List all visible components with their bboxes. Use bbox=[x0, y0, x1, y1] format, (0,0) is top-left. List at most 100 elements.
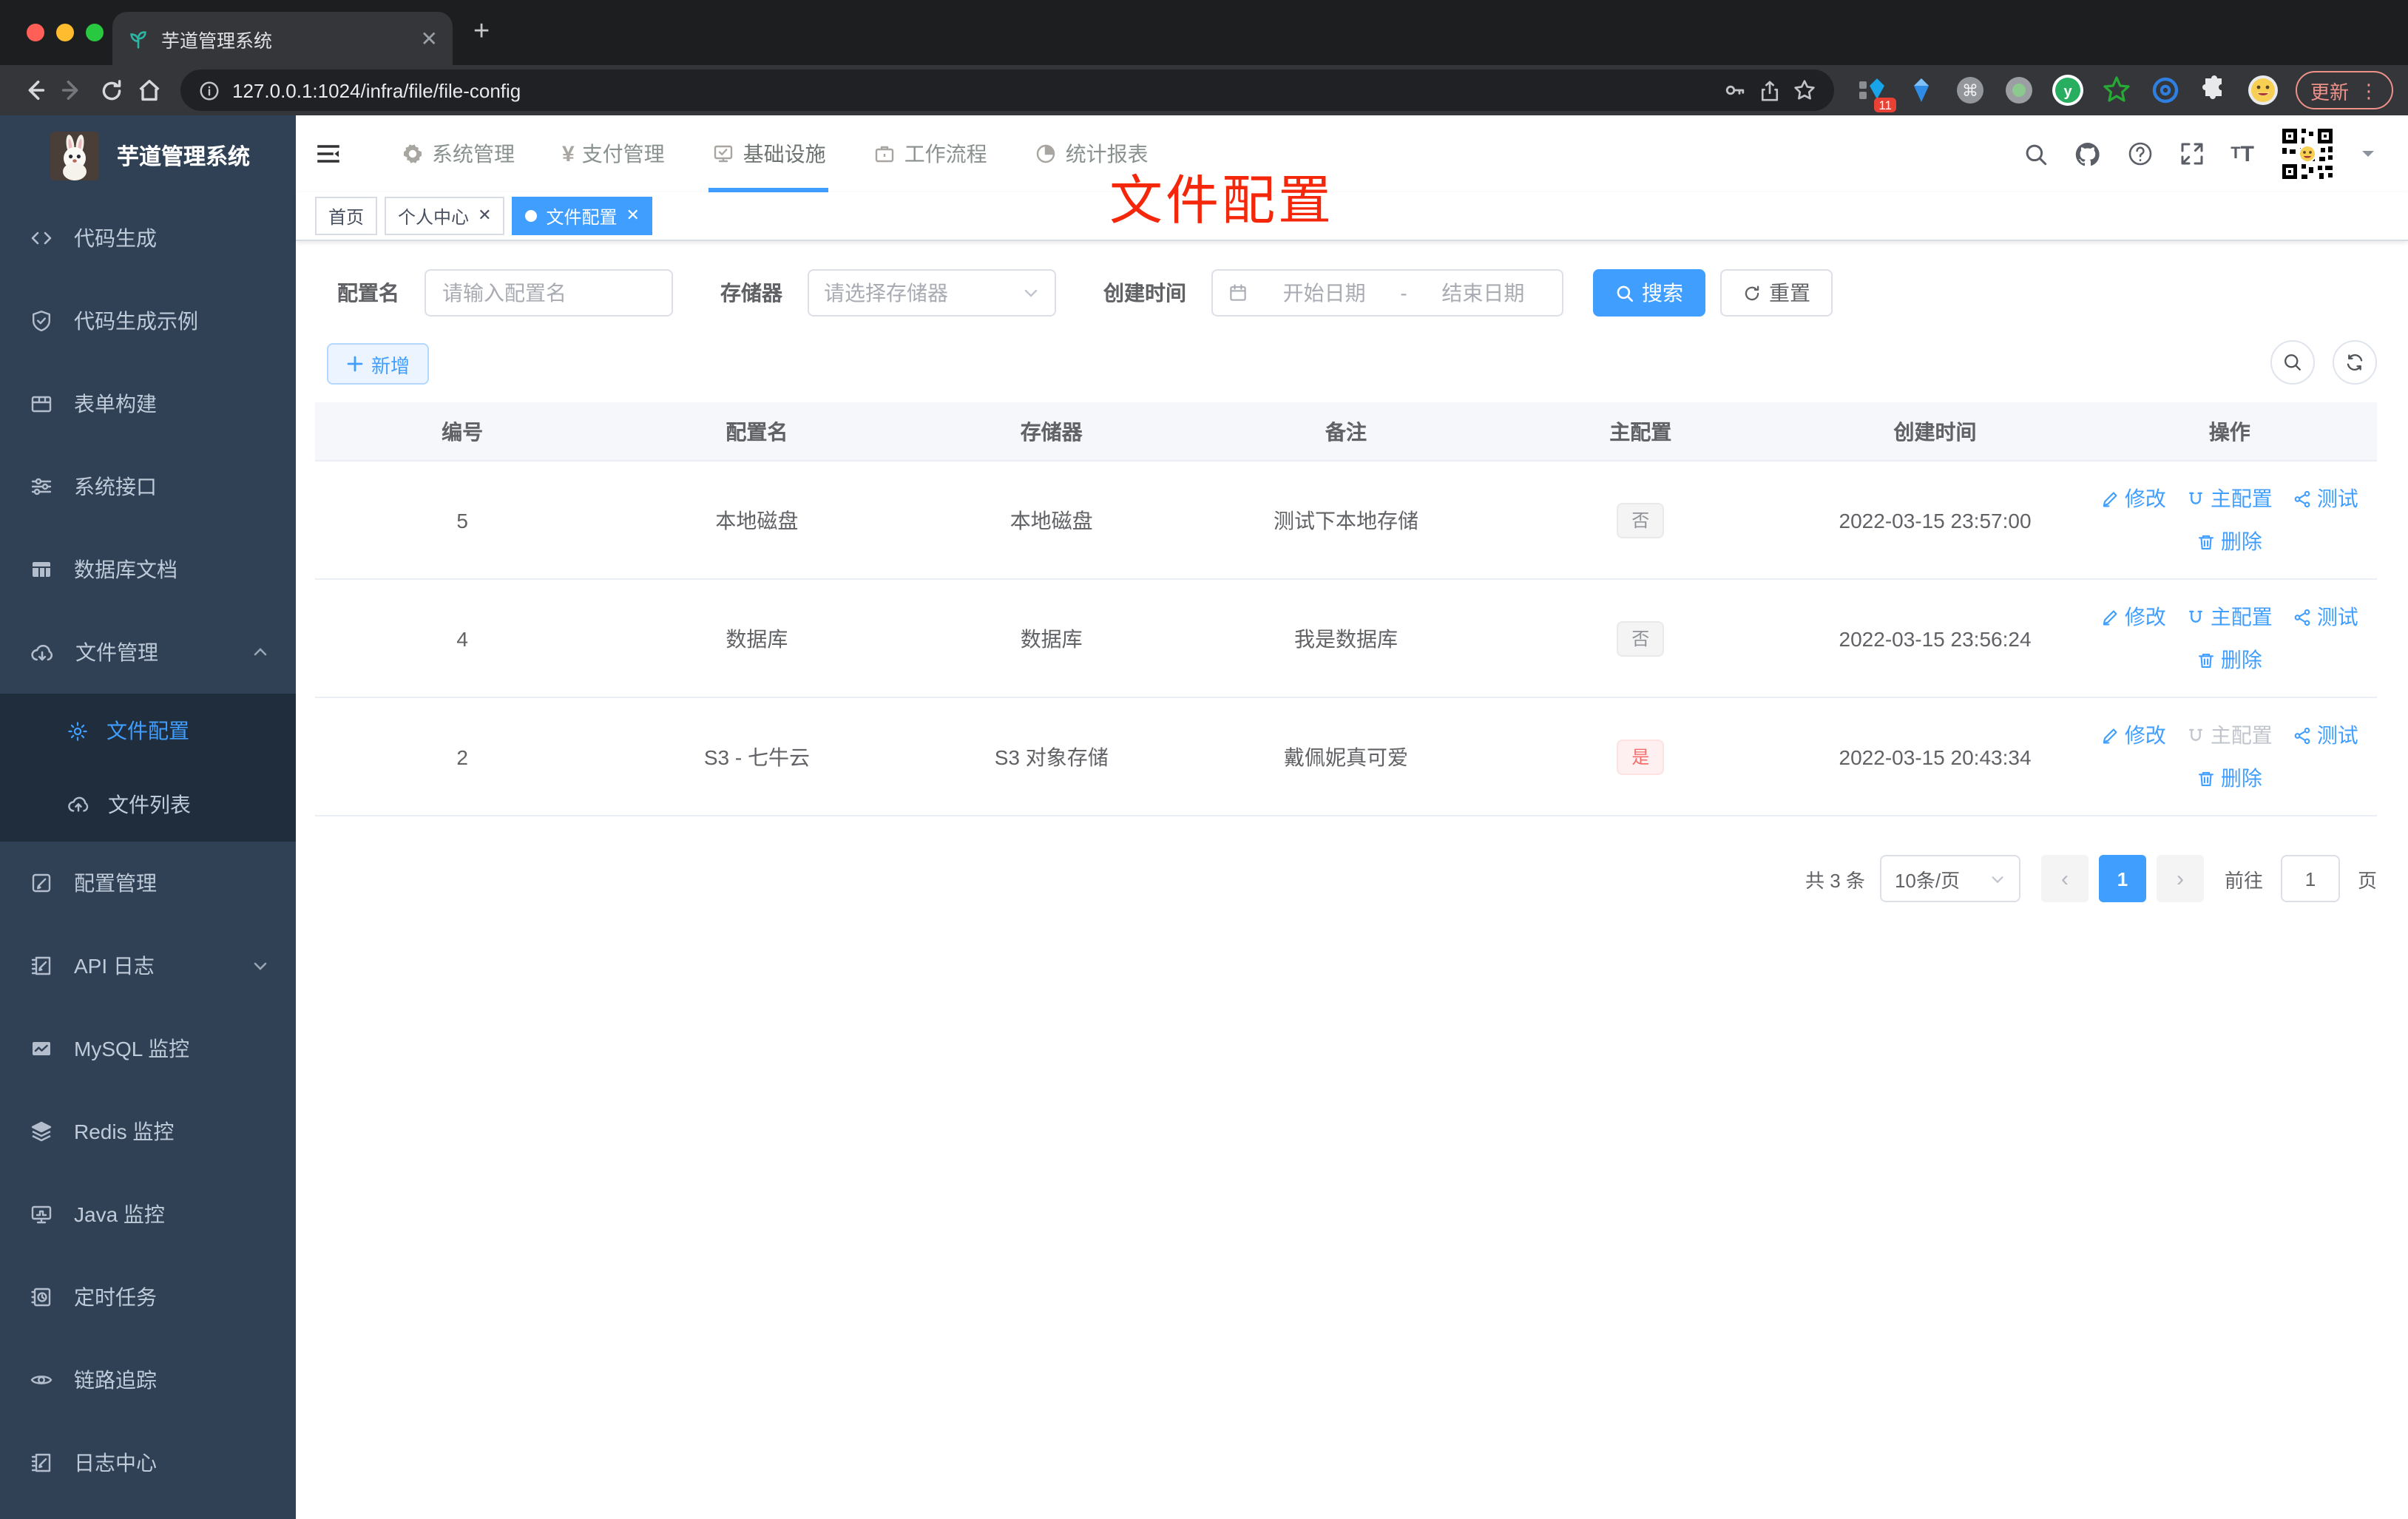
close-icon[interactable]: ✕ bbox=[478, 207, 491, 224]
extension-gem-icon[interactable] bbox=[1904, 72, 1939, 108]
sidebar-item-db-doc[interactable]: 数据库文档 bbox=[0, 528, 296, 611]
reset-button[interactable]: 重置 bbox=[1720, 269, 1833, 317]
tag-profile[interactable]: 个人中心 ✕ bbox=[385, 197, 505, 235]
sidebar-item-form-builder[interactable]: 表单构建 bbox=[0, 362, 296, 445]
help-icon[interactable] bbox=[2127, 141, 2154, 167]
test-link[interactable]: 测试 bbox=[2293, 602, 2358, 632]
sidebar-item-redis-monitor[interactable]: Redis 监控 bbox=[0, 1090, 296, 1173]
sidebar-item-mysql-monitor[interactable]: MySQL 监控 bbox=[0, 1007, 296, 1090]
home-icon[interactable] bbox=[130, 71, 169, 109]
tags-bar: 首页 个人中心 ✕ 文件配置 ✕ bbox=[296, 192, 2408, 241]
bookmark-star-icon[interactable] bbox=[1793, 78, 1816, 102]
main-area: 文件配置 系统管理 ¥ 支付管理 基础设施 工作流程 统计报表 T T 首页 个… bbox=[296, 115, 2408, 1519]
delete-link[interactable]: 删除 bbox=[2197, 645, 2262, 674]
extension-dot-icon[interactable] bbox=[2001, 72, 2037, 108]
sidebar-item-system-api[interactable]: 系统接口 bbox=[0, 445, 296, 528]
avatar-caret-down-icon[interactable] bbox=[2361, 146, 2375, 161]
search-icon[interactable] bbox=[2023, 141, 2049, 166]
create-time-range-picker[interactable]: 开始日期 - 结束日期 bbox=[1211, 269, 1563, 317]
sidebar-item-scheduled-tasks[interactable]: 定时任务 bbox=[0, 1256, 296, 1339]
sidebar-item-code-gen[interactable]: 代码生成 bbox=[0, 197, 296, 280]
sidebar-item-file-list[interactable]: 文件列表 bbox=[0, 768, 296, 842]
site-info-icon[interactable] bbox=[198, 79, 220, 101]
topnav-item-system[interactable]: 系统管理 bbox=[377, 115, 538, 192]
forward-icon[interactable] bbox=[53, 71, 92, 109]
collapse-sidebar-icon[interactable] bbox=[315, 141, 342, 167]
page-size-select[interactable]: 10条/页 bbox=[1879, 855, 2020, 902]
new-tab-button[interactable]: + bbox=[473, 17, 490, 47]
storage-select[interactable]: 请选择存储器 bbox=[808, 269, 1056, 317]
sidebar-item-file-config[interactable]: 文件配置 bbox=[0, 694, 296, 768]
extension-sketch-icon[interactable]: 11 bbox=[1855, 72, 1896, 112]
topnav-item-payment[interactable]: ¥ 支付管理 bbox=[538, 115, 689, 192]
goto-page-input[interactable] bbox=[2280, 855, 2340, 902]
next-page-button[interactable]: › bbox=[2156, 855, 2204, 902]
window-zoom-button[interactable] bbox=[86, 24, 104, 41]
tag-home[interactable]: 首页 bbox=[315, 197, 378, 235]
toggle-search-button[interactable] bbox=[2270, 340, 2315, 385]
extension-command-icon[interactable]: ⌘ bbox=[1952, 72, 1988, 108]
delete-link[interactable]: 删除 bbox=[2197, 527, 2262, 556]
extension-y-icon[interactable]: y bbox=[2050, 72, 2086, 108]
sidebar-item-trace[interactable]: 链路追踪 bbox=[0, 1339, 296, 1421]
extension-star-icon[interactable] bbox=[2099, 72, 2134, 108]
sidebar-item-config-management[interactable]: 配置管理 bbox=[0, 842, 296, 924]
tag-file-config[interactable]: 文件配置 ✕ bbox=[512, 197, 653, 235]
extensions-puzzle-icon[interactable] bbox=[2196, 72, 2232, 108]
tab-close-icon[interactable]: ✕ bbox=[421, 28, 438, 49]
master-config-link[interactable]: 主配置 bbox=[2187, 602, 2273, 632]
url-bar[interactable]: 127.0.0.1:1024/infra/file/file-config bbox=[180, 70, 1834, 111]
window-minimize-button[interactable] bbox=[56, 24, 74, 41]
reload-icon[interactable] bbox=[92, 71, 130, 109]
sidebar-item-java-monitor[interactable]: Java 监控 bbox=[0, 1173, 296, 1256]
delete-link[interactable]: 删除 bbox=[2197, 763, 2262, 793]
close-icon[interactable]: ✕ bbox=[626, 207, 640, 224]
chart-monitor-icon bbox=[30, 1037, 53, 1060]
extension-emoji-icon[interactable] bbox=[2245, 72, 2281, 108]
end-date-placeholder[interactable]: 结束日期 bbox=[1419, 278, 1547, 308]
back-icon[interactable] bbox=[15, 71, 53, 109]
search-button[interactable]: 搜索 bbox=[1593, 269, 1705, 317]
edit-link[interactable]: 修改 bbox=[2101, 602, 2166, 632]
chevron-up-icon bbox=[251, 643, 269, 661]
browser-menu-icon[interactable]: ⋮ bbox=[2359, 81, 2378, 100]
prev-page-button[interactable]: ‹ bbox=[2040, 855, 2089, 902]
add-button[interactable]: 新增 bbox=[327, 343, 430, 385]
sidebar-logo-row[interactable]: 芋道管理系统 bbox=[0, 115, 296, 197]
github-icon[interactable] bbox=[2074, 140, 2102, 168]
edit-link[interactable]: 修改 bbox=[2101, 720, 2166, 750]
sidebar-item-code-gen-demo[interactable]: 代码生成示例 bbox=[0, 280, 296, 362]
start-date-placeholder[interactable]: 开始日期 bbox=[1260, 278, 1388, 308]
sidebar-item-api-log[interactable]: API 日志 bbox=[0, 924, 296, 1007]
refresh-table-button[interactable] bbox=[2333, 340, 2377, 385]
log-center-icon bbox=[30, 1451, 53, 1475]
edit-link[interactable]: 修改 bbox=[2101, 484, 2166, 513]
gear-icon bbox=[67, 720, 89, 742]
browser-update-button[interactable]: 更新 ⋮ bbox=[2295, 71, 2393, 109]
font-size-icon[interactable]: TT bbox=[2231, 141, 2254, 166]
topnav-item-statistics[interactable]: 统计报表 bbox=[1011, 115, 1172, 192]
sidebar-item-log-center[interactable]: 日志中心 bbox=[0, 1421, 296, 1504]
share-icon[interactable] bbox=[1759, 79, 1781, 101]
window-close-button[interactable] bbox=[27, 24, 44, 41]
topnav-item-workflow[interactable]: 工作流程 bbox=[850, 115, 1011, 192]
topnav-item-infrastructure[interactable]: 基础设施 bbox=[689, 115, 850, 192]
fullscreen-icon[interactable] bbox=[2179, 141, 2205, 167]
master-config-link[interactable]: 主配置 bbox=[2187, 484, 2273, 513]
app-logo-rabbit-image bbox=[50, 132, 99, 180]
master-config-link-disabled[interactable]: 主配置 bbox=[2187, 720, 2273, 750]
config-name-input[interactable] bbox=[425, 269, 673, 317]
test-link[interactable]: 测试 bbox=[2293, 484, 2358, 513]
goto-label: 前往 bbox=[2224, 869, 2263, 891]
filter-form: 配置名 存储器 请选择存储器 创建时间 开始日期 - bbox=[337, 269, 2408, 317]
page-number-button[interactable]: 1 bbox=[2098, 855, 2146, 902]
password-key-icon[interactable] bbox=[1723, 78, 1747, 102]
sidebar-item-file-management[interactable]: 文件管理 bbox=[0, 611, 296, 694]
avatar[interactable] bbox=[2279, 126, 2336, 182]
svg-text:y: y bbox=[2063, 84, 2072, 100]
test-link[interactable]: 测试 bbox=[2293, 720, 2358, 750]
browser-tab[interactable]: 芋道管理系统 ✕ bbox=[112, 12, 453, 65]
url-text[interactable]: 127.0.0.1:1024/infra/file/file-config bbox=[232, 79, 1711, 101]
edit-icon bbox=[2101, 725, 2120, 745]
extension-eye-icon[interactable] bbox=[2148, 72, 2183, 108]
